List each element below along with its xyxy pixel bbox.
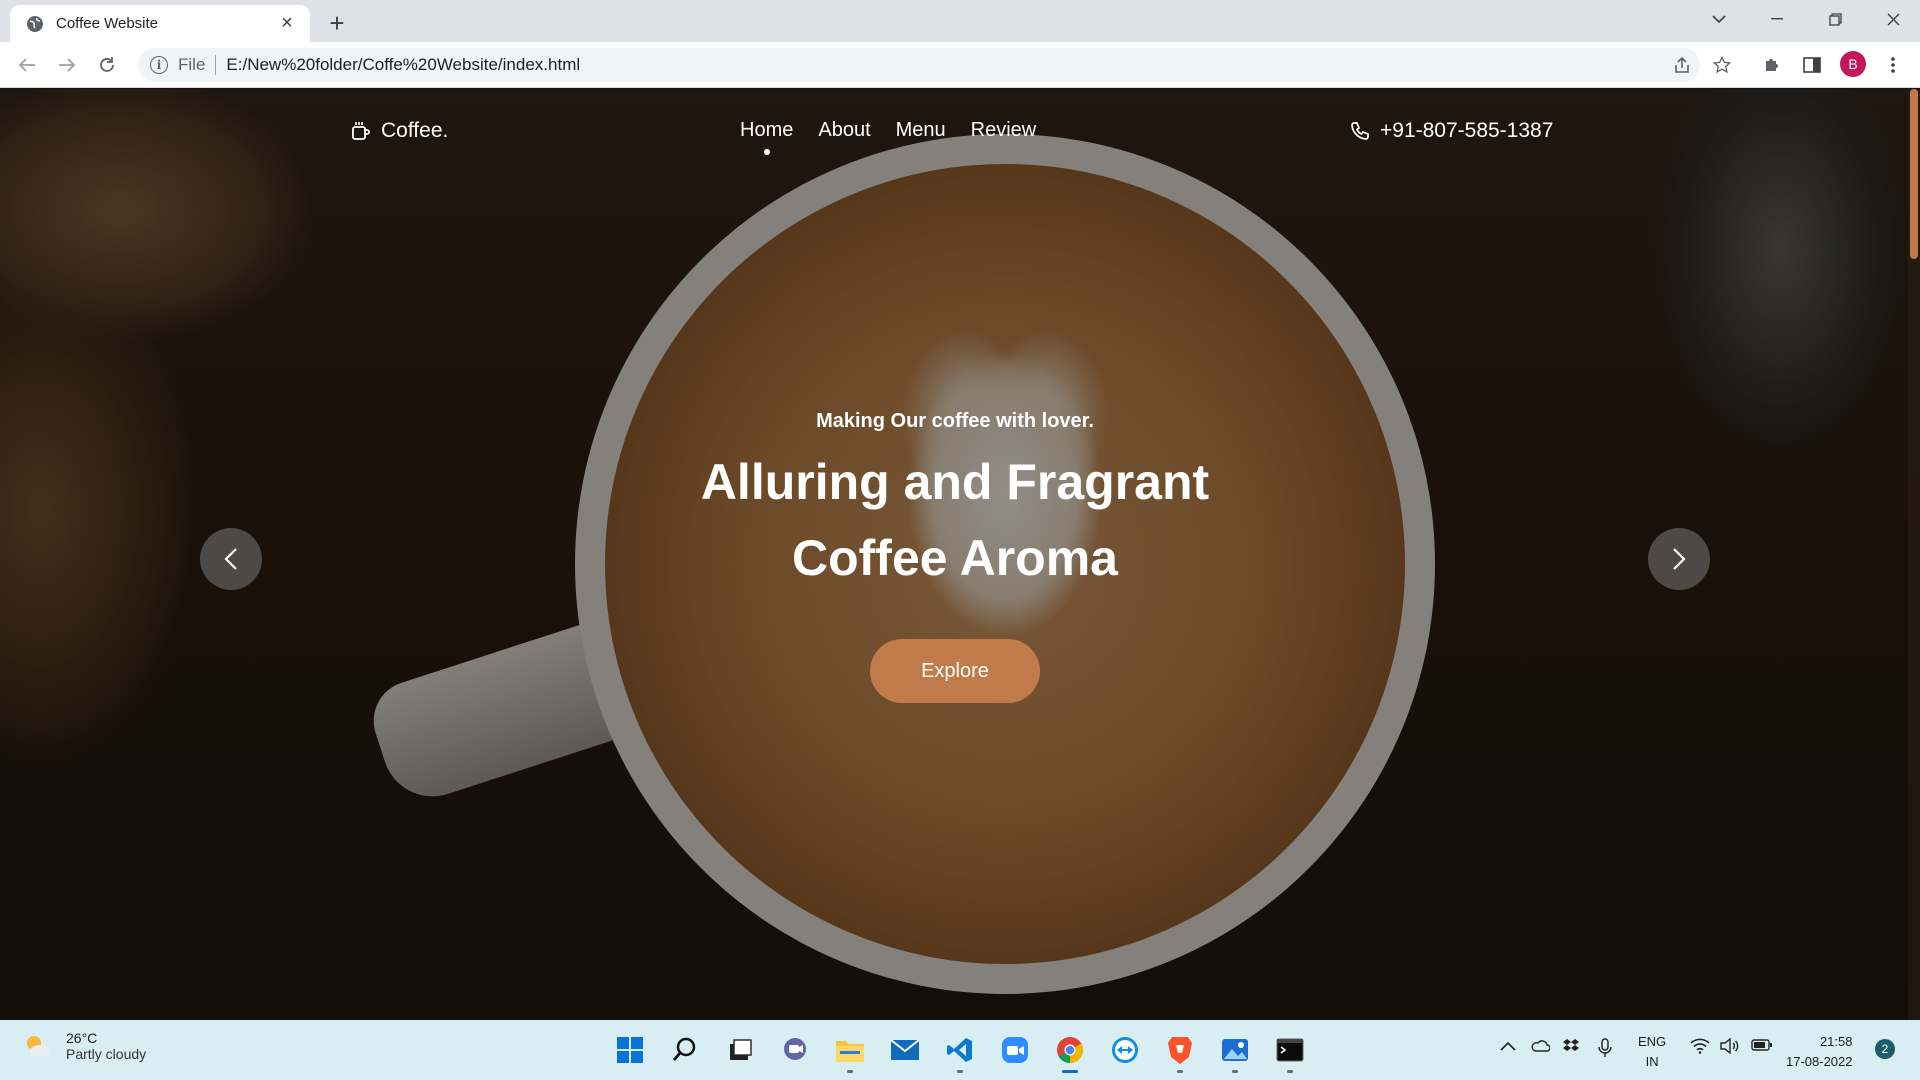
slider-prev-button[interactable] [200, 528, 262, 590]
running-indicator [847, 1070, 853, 1073]
partly-cloudy-icon [27, 1036, 50, 1057]
reload-icon[interactable] [92, 50, 122, 80]
scrollbar-thumb[interactable] [1910, 89, 1918, 259]
start-icon[interactable] [610, 1030, 650, 1070]
weather-widget[interactable]: 26°C Partly cloudy [22, 1030, 146, 1062]
nav-link-review[interactable]: Review [971, 119, 1037, 142]
scheme-label: File [178, 55, 206, 74]
weather-temperature: 26°C [66, 1030, 98, 1046]
onedrive-cloud-icon[interactable] [1530, 1038, 1551, 1057]
restore-icon[interactable] [1806, 0, 1864, 38]
url-text[interactable]: E:/New%20folder/Coffe%20Website/index.ht… [226, 55, 580, 75]
page-viewport: Coffee. Home About Menu Review +91-807-5… [0, 89, 1920, 1020]
site-logo[interactable]: Coffee. [351, 119, 448, 143]
tab-search-chevron-icon[interactable] [1690, 0, 1748, 38]
share-icon[interactable] [1667, 50, 1697, 80]
address-bar[interactable]: i File E:/New%20folder/Coffe%20Website/i… [138, 48, 1700, 82]
hero-title: Alluring and Fragrant Coffee Aroma [0, 444, 1910, 596]
explore-button[interactable]: Explore [870, 639, 1040, 703]
tab-title: Coffee Website [56, 15, 159, 32]
search-icon[interactable] [665, 1030, 705, 1070]
windows-taskbar: 26°C Partly cloudy ENG IN 21:58 17-08-20… [0, 1020, 1920, 1080]
page-scrollbar[interactable] [1908, 89, 1920, 1020]
hero-subtitle: Making Our coffee with lover. [816, 410, 1094, 432]
terminal-icon[interactable] [1270, 1030, 1310, 1073]
bookmark-star-icon[interactable] [1707, 50, 1737, 80]
chrome-icon[interactable] [1050, 1030, 1090, 1073]
weather-condition: Partly cloudy [66, 1046, 147, 1062]
chat-icon[interactable] [775, 1030, 815, 1070]
back-arrow-icon[interactable] [12, 50, 42, 80]
running-indicator [1232, 1070, 1238, 1073]
mail-icon[interactable] [885, 1030, 925, 1070]
forward-arrow-icon[interactable] [52, 50, 82, 80]
hero-title-line-1: Alluring and Fragrant [700, 454, 1210, 510]
brave-icon[interactable] [1160, 1030, 1200, 1073]
extensions-puzzle-icon[interactable] [1757, 50, 1787, 80]
minimize-icon[interactable] [1748, 0, 1806, 38]
system-clock[interactable]: 21:58 17-08-2022 [1786, 1032, 1853, 1072]
browser-tab[interactable]: Coffee Website × [10, 5, 310, 42]
zoom-icon[interactable] [995, 1030, 1035, 1070]
browser-toolbar: i File E:/New%20folder/Coffe%20Website/i… [0, 42, 1920, 88]
vscode-icon[interactable] [940, 1030, 980, 1073]
teamviewer-icon[interactable] [1105, 1030, 1145, 1070]
browser-tab-strip: Coffee Website × + [0, 0, 1920, 42]
running-indicator [957, 1070, 963, 1073]
phone-icon [1351, 122, 1369, 140]
language-code: ENG [1638, 1034, 1667, 1049]
chevron-left-icon [224, 548, 237, 570]
site-info-icon[interactable]: i [150, 56, 168, 74]
dropbox-icon[interactable] [1562, 1038, 1580, 1059]
chevron-up-icon[interactable] [1500, 1038, 1516, 1056]
chevron-right-icon [1673, 548, 1686, 570]
task-view-icon[interactable] [720, 1030, 760, 1070]
nav-link-home[interactable]: Home [740, 119, 793, 142]
omnibox-divider [215, 55, 217, 75]
nav-link-about[interactable]: About [818, 119, 870, 142]
profile-avatar[interactable]: B [1840, 51, 1866, 77]
language-indicator[interactable]: ENG IN [1638, 1032, 1666, 1072]
clock-time: 21:58 [1819, 1034, 1853, 1049]
photos-icon[interactable] [1215, 1030, 1255, 1073]
hero-title-line-2: Coffee Aroma [792, 530, 1118, 586]
more-menu-icon[interactable] [1878, 50, 1908, 80]
phone-contact[interactable]: +91-807-585-1387 [1350, 119, 1553, 143]
clock-date: 17-08-2022 [1786, 1054, 1853, 1069]
nav-link-menu[interactable]: Menu [896, 119, 946, 142]
phone-number: +91-807-585-1387 [1380, 119, 1554, 142]
main-nav: Home About Menu Review [740, 119, 1036, 142]
new-tab-button[interactable]: + [322, 8, 352, 38]
volume-icon[interactable] [1720, 1037, 1740, 1059]
battery-icon[interactable] [1751, 1038, 1773, 1056]
logo-text: Coffee. [381, 119, 449, 142]
side-panel-icon[interactable] [1797, 50, 1827, 80]
site-header: Coffee. Home About Menu Review +91-807-5… [0, 89, 1920, 169]
language-region: IN [1645, 1054, 1659, 1069]
file-explorer-icon[interactable] [830, 1030, 870, 1073]
running-indicator [1287, 1070, 1293, 1073]
coffee-cup-icon [352, 122, 370, 140]
globe-icon [26, 15, 44, 33]
slider-next-button[interactable] [1648, 528, 1710, 590]
microphone-icon[interactable] [1598, 1038, 1612, 1063]
running-indicator [1177, 1070, 1183, 1073]
tab-close-icon[interactable]: × [276, 12, 298, 35]
wifi-icon[interactable] [1690, 1038, 1710, 1059]
notification-badge[interactable]: 2 [1875, 1039, 1895, 1059]
running-indicator [1062, 1070, 1078, 1073]
close-window-icon[interactable] [1864, 0, 1920, 38]
